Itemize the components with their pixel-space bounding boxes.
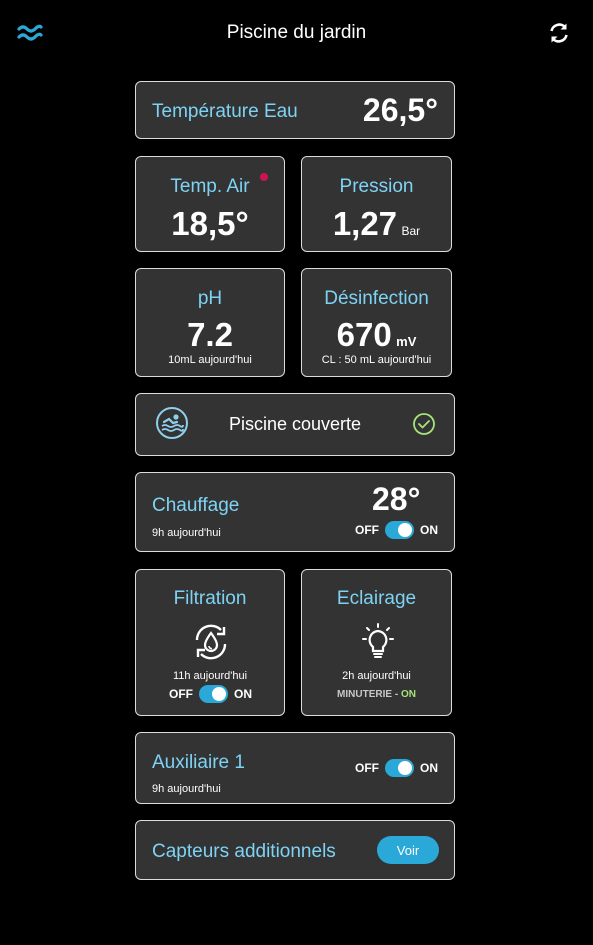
timer-state: ON: [400, 689, 416, 700]
lighting-timer-status: MINUTERIE - ON: [302, 689, 451, 700]
page-title: Piscine du jardin: [226, 22, 367, 43]
pressure-unit: Bar: [401, 224, 421, 238]
water-temp-label: Température Eau: [152, 101, 298, 122]
water-temp-card[interactable]: Température Eau 26,5°: [135, 81, 455, 139]
disinfection-label: Désinfection: [324, 288, 429, 309]
view-sensors-button[interactable]: Voir: [377, 836, 439, 864]
pressure-value: 1,27: [332, 205, 398, 242]
cover-label: Piscine couverte: [228, 414, 362, 434]
toggle-off-label: OFF: [355, 523, 379, 537]
ph-label: pH: [197, 288, 223, 309]
ph-note: 10mL aujourd'hui: [168, 354, 252, 366]
toggle-off-label: OFF: [169, 687, 193, 701]
cover-card[interactable]: Piscine couverte: [135, 393, 455, 456]
toggle-knob: [398, 523, 412, 537]
water-temp-value: 26,5°: [362, 92, 438, 128]
toggle-knob: [212, 687, 226, 701]
toggle-switch[interactable]: [385, 521, 414, 539]
filtration-toggle[interactable]: OFF ON: [169, 685, 252, 703]
refresh-icon[interactable]: [547, 21, 571, 45]
pressure-label: Pression: [339, 176, 414, 197]
toggle-switch[interactable]: [385, 759, 414, 777]
auxiliary-toggle[interactable]: OFF ON: [355, 759, 438, 777]
toggle-on-label: ON: [420, 523, 438, 537]
disinfection-reading: 670 mV: [302, 316, 451, 354]
toggle-switch[interactable]: [199, 685, 228, 703]
auxiliary-card[interactable]: Auxiliaire 1 9h aujourd'hui OFF ON: [135, 732, 455, 804]
sensors-card: Capteurs additionnels Voir: [135, 820, 455, 880]
lighting-label: Eclairage: [336, 588, 417, 609]
toggle-knob: [398, 761, 412, 775]
timer-separator: -: [392, 689, 401, 700]
toggle-off-label: OFF: [355, 761, 379, 775]
filtration-card[interactable]: Filtration 11h aujourd'hui OFF ON: [135, 569, 285, 716]
disinfection-unit: mV: [396, 334, 417, 349]
top-bar: Piscine du jardin: [0, 0, 593, 66]
disinfection-note: CL : 50 mL aujourd'hui: [321, 354, 432, 366]
heating-label: Chauffage: [152, 495, 240, 516]
pressure-reading: 1,27 Bar: [302, 205, 451, 243]
ph-card[interactable]: pH 7.2 10mL aujourd'hui: [135, 268, 285, 377]
air-temp-value: 18,5°: [171, 205, 249, 242]
filtration-label: Filtration: [173, 588, 247, 609]
toggle-on-label: ON: [420, 761, 438, 775]
auxiliary-label: Auxiliaire 1: [152, 752, 245, 773]
air-temp-card[interactable]: Temp. Air 18,5°: [135, 156, 285, 252]
toggle-on-label: ON: [234, 687, 252, 701]
pressure-card[interactable]: Pression 1,27 Bar: [301, 156, 452, 252]
heating-toggle[interactable]: OFF ON: [355, 521, 438, 539]
heating-setpoint: 28°: [372, 481, 421, 517]
check-circle-icon: [413, 413, 435, 435]
timer-mode-label: MINUTERIE: [337, 689, 393, 700]
disinfection-card[interactable]: Désinfection 670 mV CL : 50 mL aujourd'h…: [301, 268, 452, 377]
auxiliary-note: 9h aujourd'hui: [152, 783, 221, 795]
disinfection-value: 670: [336, 316, 392, 353]
heating-card[interactable]: Chauffage 9h aujourd'hui 28° OFF ON: [135, 472, 455, 552]
filtration-note: 11h aujourd'hui: [172, 670, 248, 682]
water-cycle-icon: [195, 624, 227, 660]
alert-dot: [260, 173, 268, 181]
light-bulb-icon: [362, 623, 394, 658]
lighting-note: 2h aujourd'hui: [342, 670, 411, 682]
sensors-label: Capteurs additionnels: [152, 841, 336, 862]
lighting-card[interactable]: Eclairage 2h aujourd'hui MINUTERIE - ON: [301, 569, 452, 716]
heating-note: 9h aujourd'hui: [152, 527, 221, 539]
ph-value: 7.2: [187, 316, 233, 353]
